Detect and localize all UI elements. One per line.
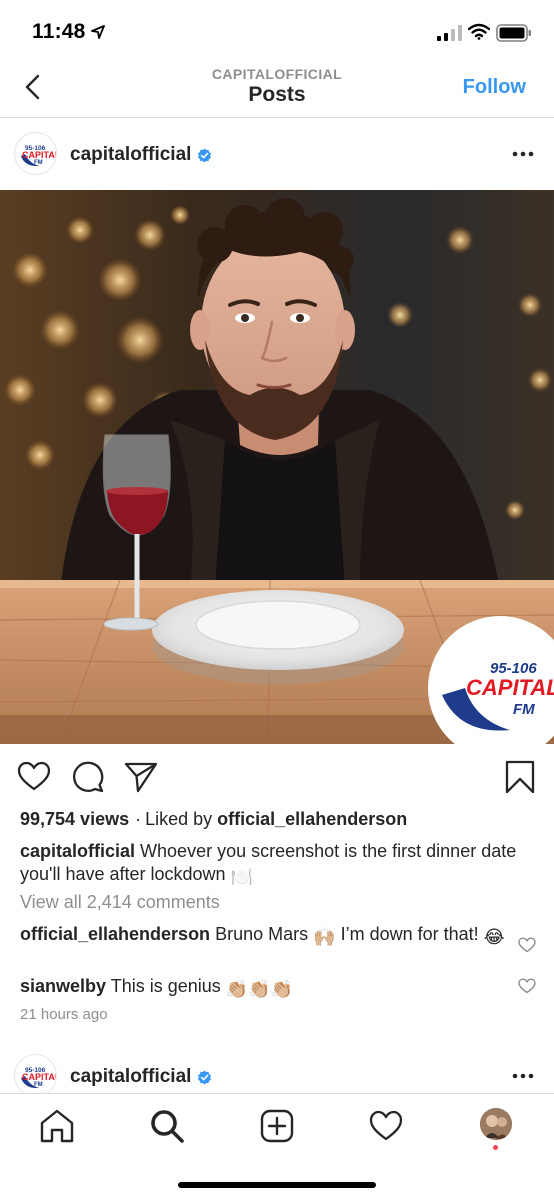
comment-like-heart-icon[interactable]	[518, 937, 536, 953]
battery-icon	[496, 24, 531, 42]
bookmark-icon[interactable]	[503, 760, 537, 794]
post-actions	[0, 756, 554, 800]
logo-name: CAPITAL	[22, 1072, 57, 1082]
clapping-emoji-icon: 👏🏼👏🏼👏🏼	[225, 979, 294, 999]
avatar[interactable]: 95-106 CAPITAL FM	[14, 132, 57, 175]
wifi-icon	[468, 23, 490, 40]
home-indicator	[178, 1182, 376, 1188]
signal-icon	[437, 25, 462, 41]
liked-by-user[interactable]: official_ellahenderson	[217, 809, 407, 829]
comment-like-heart-icon[interactable]	[518, 978, 536, 994]
more-options-icon[interactable]	[512, 150, 534, 158]
search-icon[interactable]	[149, 1108, 185, 1144]
view-count[interactable]: 99,754 views	[20, 809, 129, 829]
raised-hands-emoji-icon: 🙌🏼	[313, 927, 336, 947]
badge-fm: FM	[513, 701, 535, 718]
badge-name: CAPITAL	[466, 675, 554, 700]
heart-icon[interactable]	[17, 760, 51, 794]
more-options-icon[interactable]	[512, 1072, 534, 1080]
caption: capitalofficial Whoever you screenshot i…	[20, 840, 540, 889]
comment-username[interactable]: official_ellahenderson	[20, 924, 210, 944]
location-arrow-icon	[91, 25, 105, 39]
post-timestamp: 21 hours ago	[20, 1006, 108, 1023]
verified-badge-icon	[198, 148, 211, 163]
post-header: 95-106 CAPITAL FM capitalofficial	[0, 120, 554, 190]
profile-photo-icon	[480, 1108, 512, 1140]
comment-text: Bruno Mars	[215, 924, 309, 944]
post-username[interactable]: capitalofficial	[70, 1066, 191, 1088]
post-image[interactable]: 95-106 CAPITAL FM	[0, 190, 554, 744]
share-icon[interactable]	[124, 760, 158, 794]
profile-icon[interactable]	[480, 1108, 512, 1140]
notification-dot	[493, 1145, 498, 1150]
comment-item: official_ellahenderson Bruno Mars 🙌🏼 I’m…	[20, 923, 510, 948]
logo-fm: FM	[34, 160, 43, 166]
post-photo-illustration: 95-106 CAPITAL FM	[0, 190, 554, 744]
new-post-icon[interactable]	[259, 1108, 295, 1144]
verified-badge-icon	[198, 1070, 211, 1085]
views-line: 99,754 views · Liked by official_ellahende…	[20, 809, 408, 829]
post-username[interactable]: capitalofficial	[70, 144, 191, 166]
laughing-emoji-icon: 😂	[483, 927, 505, 947]
next-post-header: 95-106 CAPITAL FM capitalofficial	[0, 1042, 554, 1093]
liked-by-prefix: Liked by	[145, 809, 213, 829]
status-bar: 11:48	[0, 0, 554, 60]
logo-fm: FM	[34, 1082, 43, 1088]
status-time: 11:48	[32, 20, 86, 43]
caption-username[interactable]: capitalofficial	[20, 841, 135, 861]
avatar[interactable]: 95-106 CAPITAL FM	[14, 1054, 57, 1093]
capital-logo-icon: 95-106 CAPITAL FM	[15, 1055, 57, 1093]
capital-logo-icon: 95-106 CAPITAL FM	[15, 133, 57, 174]
nav-header: CAPITALOFFICIAL Posts Follow	[0, 60, 554, 118]
follow-button[interactable]: Follow	[463, 76, 526, 99]
home-icon[interactable]	[39, 1108, 75, 1144]
comment-text-cont: I’m down for that!	[340, 924, 479, 944]
comment-item: sianwelby This is genius 👏🏼👏🏼👏🏼	[20, 975, 510, 1000]
plate-emoji-icon: 🍽️	[230, 867, 253, 887]
comment-text: This is genius	[110, 976, 221, 996]
comment-username[interactable]: sianwelby	[20, 976, 106, 996]
activity-heart-icon[interactable]	[368, 1108, 404, 1144]
comment-icon[interactable]	[71, 760, 105, 794]
view-all-comments-link[interactable]: View all 2,414 comments	[20, 892, 220, 913]
logo-name: CAPITAL	[22, 150, 57, 160]
